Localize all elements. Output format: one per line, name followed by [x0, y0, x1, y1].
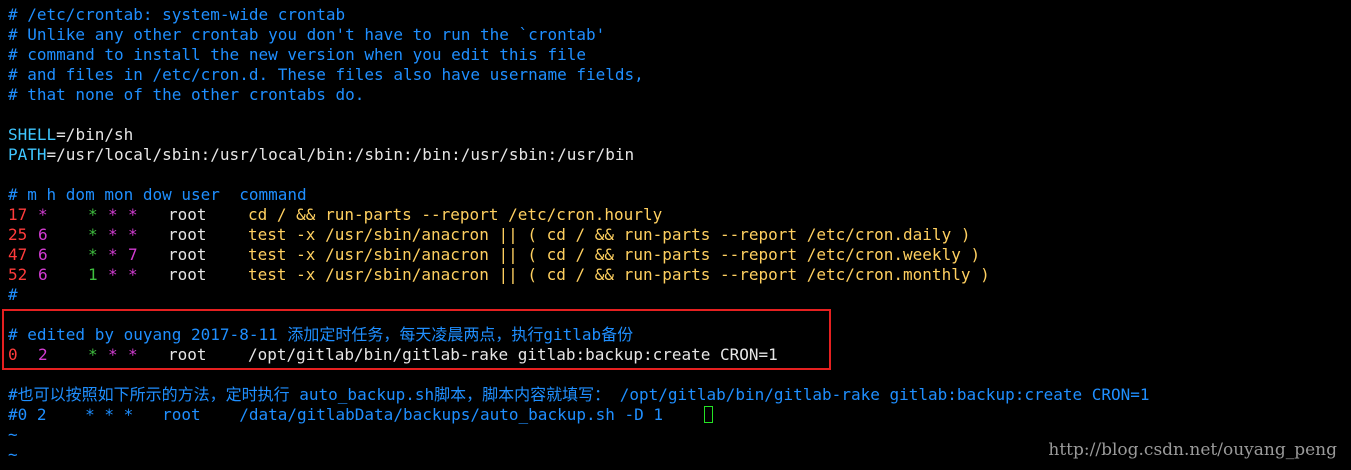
cron-minute: 52 [8, 265, 28, 284]
cron-month: * [108, 225, 118, 244]
comment-line: # that none of the other crontabs do. [8, 85, 365, 104]
column-header-comment: # m h dom mon dow user command [8, 185, 307, 204]
cron-user: root [168, 225, 207, 244]
cron-command: cd / && run-parts --report /etc/cron.hou… [248, 205, 663, 224]
highlight-annotation-box [2, 309, 831, 370]
cron-hour: * [38, 205, 48, 224]
cron-day-of-month: 1 [88, 265, 98, 284]
cron-day-of-month: * [88, 245, 98, 264]
shell-variable-name: SHELL [8, 125, 57, 144]
cron-day-of-month: * [88, 225, 98, 244]
cron-row: 25 6 * * * root test -x /usr/sbin/anacron || (… [8, 225, 1344, 245]
cron-day-of-week: * [128, 265, 138, 284]
cron-command: test -x /usr/sbin/anacron || ( cd / && r… [248, 265, 990, 284]
cron-minute: 17 [8, 205, 28, 224]
comment-line: # Unlike any other crontab you don't hav… [8, 25, 606, 44]
cron-day-of-month: * [88, 205, 98, 224]
cron-hour: 6 [38, 245, 48, 264]
cron-hour: 6 [38, 225, 48, 244]
shell-variable-value: =/bin/sh [56, 125, 134, 144]
comment-line: # and files in /etc/cron.d. These files … [8, 65, 644, 84]
comment-line: # command to install the new version whe… [8, 45, 586, 64]
cron-user: root [168, 265, 207, 284]
shell-variable-line: SHELL=/bin/sh [8, 125, 1344, 145]
cron-month: * [108, 245, 118, 264]
comment-line: # /etc/crontab: system-wide crontab [8, 5, 346, 24]
comment-text: #0 2 * * * root /data/gitlabData/backups… [8, 405, 664, 424]
cron-command: test -x /usr/sbin/anacron || ( cd / && r… [248, 245, 981, 264]
cron-hour: 6 [38, 265, 48, 284]
cron-row: 52 6 1 * * root test -x /usr/sbin/anacron || (… [8, 265, 1344, 285]
cron-minute: 25 [8, 225, 28, 244]
comment-line: # [8, 285, 18, 304]
vim-editor-buffer[interactable]: # /etc/crontab: system-wide crontab # Un… [8, 5, 1344, 465]
path-variable-name: PATH [8, 145, 47, 164]
text-cursor[interactable] [704, 406, 714, 423]
cron-minute: 47 [8, 245, 28, 264]
cron-user: root [168, 205, 207, 224]
watermark: http://blog.csdn.net/ouyang_peng [1048, 440, 1337, 460]
cron-command: test -x /usr/sbin/anacron || ( cd / && r… [248, 225, 971, 244]
cron-day-of-week: 7 [128, 245, 138, 264]
path-variable-value: =/usr/local/sbin:/usr/local/bin:/sbin:/b… [46, 145, 635, 164]
cron-month: * [108, 205, 118, 224]
cron-row: 47 6 * * 7 root test -x /usr/sbin/anacron || (… [8, 245, 1344, 265]
cron-day-of-week: * [128, 205, 138, 224]
cron-month: * [108, 265, 118, 284]
cron-row: 17 * * * * root cd / && run-parts --report /et… [8, 205, 1344, 225]
path-variable-line: PATH=/usr/local/sbin:/usr/local/bin:/sbi… [8, 145, 1344, 165]
cron-user: root [168, 245, 207, 264]
comment-line: #也可以按照如下所示的方法，定时执行 auto_backup.sh脚本，脚本内容… [8, 385, 1150, 404]
commented-cron-row: #0 2 * * * root /data/gitlabData/backups… [8, 405, 1344, 425]
cron-day-of-week: * [128, 225, 138, 244]
